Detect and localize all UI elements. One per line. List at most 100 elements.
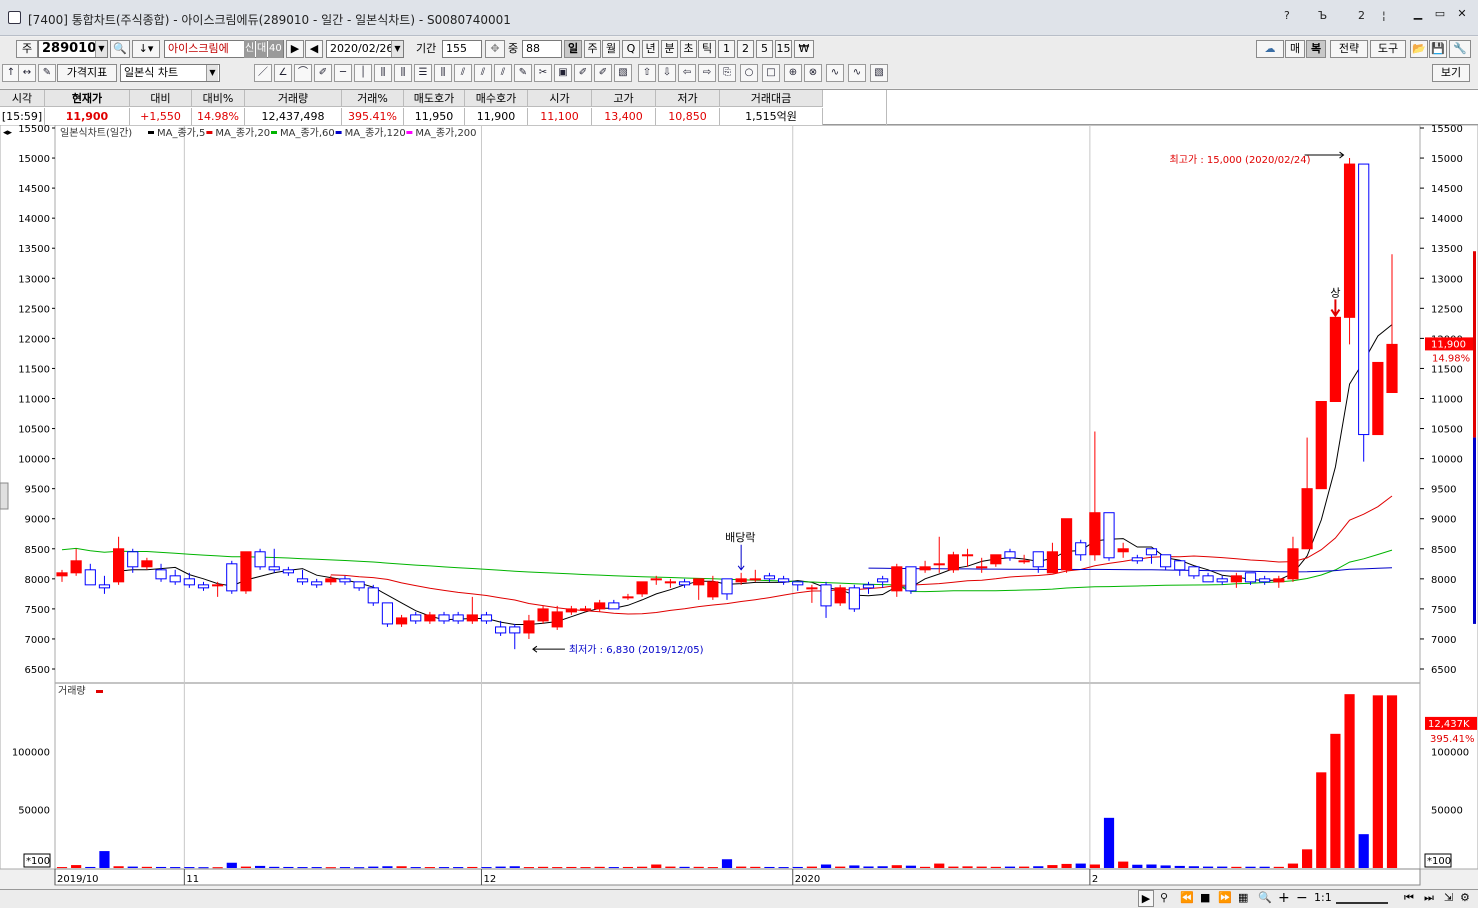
link-control[interactable]: 2 bbox=[1358, 9, 1365, 22]
forward-icon[interactable]: ⏩ bbox=[1218, 889, 1232, 907]
prev-stock-icon[interactable]: ◀ bbox=[305, 40, 323, 58]
draw-tool-13-icon[interactable]: ✎ bbox=[514, 64, 532, 82]
rb-maemae[interactable]: 매 bbox=[1285, 40, 1305, 58]
timeframe-11[interactable]: 15 bbox=[775, 40, 792, 58]
candle-body bbox=[141, 560, 153, 568]
draw-tool-17-icon[interactable]: ✐ bbox=[594, 64, 612, 82]
layout-control[interactable]: Ъ bbox=[1318, 9, 1327, 22]
zoom-in-icon[interactable]: + bbox=[1278, 889, 1290, 907]
save-icon[interactable]: 💾 bbox=[1429, 40, 1447, 58]
last-icon[interactable]: ⏭ bbox=[1424, 889, 1434, 907]
mid-input[interactable]: 88 bbox=[522, 40, 562, 58]
pin-control[interactable]: ¦ bbox=[1382, 9, 1386, 22]
settings-icon[interactable]: 🔧 bbox=[1449, 40, 1471, 58]
table-icon[interactable]: ▦ bbox=[1238, 889, 1248, 907]
draw-tool-6-icon[interactable]: ⫼ bbox=[374, 64, 392, 82]
candle-body bbox=[438, 614, 450, 622]
draw-tool-10-icon[interactable]: ⫽ bbox=[454, 64, 472, 82]
candle-body bbox=[169, 575, 181, 583]
first-icon[interactable]: ⏮ bbox=[1404, 889, 1414, 907]
open-icon[interactable]: 📂 bbox=[1410, 40, 1428, 58]
draw-tool-21-icon[interactable]: ⇦ bbox=[678, 64, 696, 82]
stop-icon[interactable]: ■ bbox=[1200, 889, 1210, 907]
draw-tool-2-icon[interactable]: ⌒ bbox=[294, 64, 312, 82]
timeframe-4[interactable]: 년 bbox=[642, 40, 659, 58]
config-icon[interactable]: ⚙ bbox=[1460, 889, 1470, 907]
ratio-label[interactable]: 1:1 bbox=[1314, 889, 1332, 907]
indicator-button[interactable]: 가격지표 bbox=[57, 64, 117, 82]
draw-tool-27-icon[interactable]: ⊗ bbox=[804, 64, 822, 82]
draw-tool-20-icon[interactable]: ⇩ bbox=[658, 64, 676, 82]
draw-tool-15-icon[interactable]: ▣ bbox=[554, 64, 572, 82]
next-stock-icon[interactable]: ▶ bbox=[286, 40, 304, 58]
timeframe-9[interactable]: 2 bbox=[737, 40, 754, 58]
draw-tool-28-icon[interactable]: ∿ bbox=[826, 64, 844, 82]
search-icon[interactable]: 🔍 bbox=[110, 40, 130, 58]
draw-tool-11-icon[interactable]: ⫽ bbox=[474, 64, 492, 82]
draw-tool-9-icon[interactable]: ⫼ bbox=[434, 64, 452, 82]
zoom-out-icon[interactable]: − bbox=[1296, 889, 1308, 907]
draw-tool-5-icon[interactable]: │ bbox=[354, 64, 372, 82]
timeframe-8[interactable]: 1 bbox=[718, 40, 735, 58]
help-control[interactable]: ? bbox=[1284, 9, 1290, 22]
volume-bar bbox=[1358, 834, 1369, 868]
code-dropdown-icon[interactable]: ▼ bbox=[95, 41, 107, 57]
draw-tool-29-icon[interactable]: ∿ bbox=[848, 64, 866, 82]
draw-tool-4-icon[interactable]: ─ bbox=[334, 64, 352, 82]
period-input[interactable]: 155 bbox=[442, 40, 482, 58]
chart-type-select[interactable]: 일본식 차트 bbox=[120, 64, 220, 82]
sum-icon[interactable]: ⚲ bbox=[1160, 889, 1168, 907]
draw-tool-23-icon[interactable]: ⎘ bbox=[718, 64, 736, 82]
chart-type-dropdown-icon[interactable]: ▼ bbox=[206, 65, 218, 81]
timeframe-6[interactable]: 초 bbox=[680, 40, 697, 58]
arrow-both-icon[interactable]: ↔ bbox=[18, 64, 36, 82]
timeframe-0[interactable]: 일 bbox=[564, 40, 582, 58]
date-dropdown-icon[interactable]: ▼ bbox=[391, 41, 403, 57]
minimize-button[interactable]: ▁ bbox=[1408, 6, 1428, 22]
volume-bar bbox=[226, 862, 237, 868]
cloud-icon[interactable]: ☁ bbox=[1256, 40, 1284, 58]
draw-tool-25-icon[interactable]: □ bbox=[762, 64, 780, 82]
timeframe-10[interactable]: 5 bbox=[756, 40, 773, 58]
rb-multi[interactable]: 복 bbox=[1306, 40, 1326, 58]
draw-tool-19-icon[interactable]: ⇧ bbox=[638, 64, 656, 82]
tools-button[interactable]: 도구 bbox=[1370, 40, 1406, 58]
scroll-icon[interactable]: ✥ bbox=[485, 40, 505, 58]
price-tick-right: 14500 bbox=[1431, 184, 1463, 195]
edit-icon[interactable]: ✎ bbox=[38, 64, 56, 82]
draw-tool-30-icon[interactable]: ▧ bbox=[870, 64, 888, 82]
draw-tool-24-icon[interactable]: ○ bbox=[740, 64, 758, 82]
draw-tool-26-icon[interactable]: ⊕ bbox=[784, 64, 802, 82]
volume-bar bbox=[1330, 733, 1341, 868]
export-icon[interactable]: ⇲ bbox=[1444, 889, 1453, 907]
draw-tool-8-icon[interactable]: ☰ bbox=[414, 64, 432, 82]
price-chart[interactable]: 2019/10 11 12 2020 2 15500 15500 15000 15000 1450… bbox=[0, 125, 1478, 889]
timeframe-1[interactable]: 주 bbox=[584, 40, 601, 58]
draw-tool-16-icon[interactable]: ✐ bbox=[574, 64, 592, 82]
market-prefix[interactable]: 주 bbox=[16, 40, 38, 58]
draw-tool-18-icon[interactable]: ▧ bbox=[614, 64, 632, 82]
zoom-slider[interactable] bbox=[1336, 892, 1388, 904]
draw-tool-1-icon[interactable]: ∠ bbox=[274, 64, 292, 82]
draw-tool-3-icon[interactable]: ✐ bbox=[314, 64, 332, 82]
close-button[interactable]: ✕ bbox=[1452, 6, 1472, 22]
timeframe-3[interactable]: Q bbox=[622, 40, 640, 58]
scroll-right-icon[interactable]: ▶ bbox=[1138, 890, 1154, 907]
zoom-icon[interactable]: 🔍 bbox=[1258, 889, 1272, 907]
draw-tool-12-icon[interactable]: ⫽ bbox=[494, 64, 512, 82]
quote-value-0: [15:59] bbox=[0, 108, 45, 125]
draw-tool-22-icon[interactable]: ⇨ bbox=[698, 64, 716, 82]
sort-icon[interactable]: ↓▾ bbox=[132, 40, 160, 58]
timeframe-7[interactable]: 틱 bbox=[698, 40, 716, 58]
timeframe-12[interactable]: ₩ bbox=[794, 40, 814, 58]
draw-tool-0-icon[interactable]: ／ bbox=[254, 64, 272, 82]
maximize-button[interactable]: ▭ bbox=[1430, 6, 1450, 22]
timeframe-5[interactable]: 분 bbox=[661, 40, 678, 58]
strategy-button[interactable]: 전략 bbox=[1330, 40, 1368, 58]
draw-tool-7-icon[interactable]: ⫼ bbox=[394, 64, 412, 82]
view-button[interactable]: 보기 bbox=[1432, 64, 1470, 82]
timeframe-2[interactable]: 월 bbox=[602, 40, 620, 58]
rewind-icon[interactable]: ⏪ bbox=[1180, 889, 1194, 907]
volume-bar bbox=[537, 866, 549, 868]
draw-tool-14-icon[interactable]: ✂ bbox=[534, 64, 552, 82]
